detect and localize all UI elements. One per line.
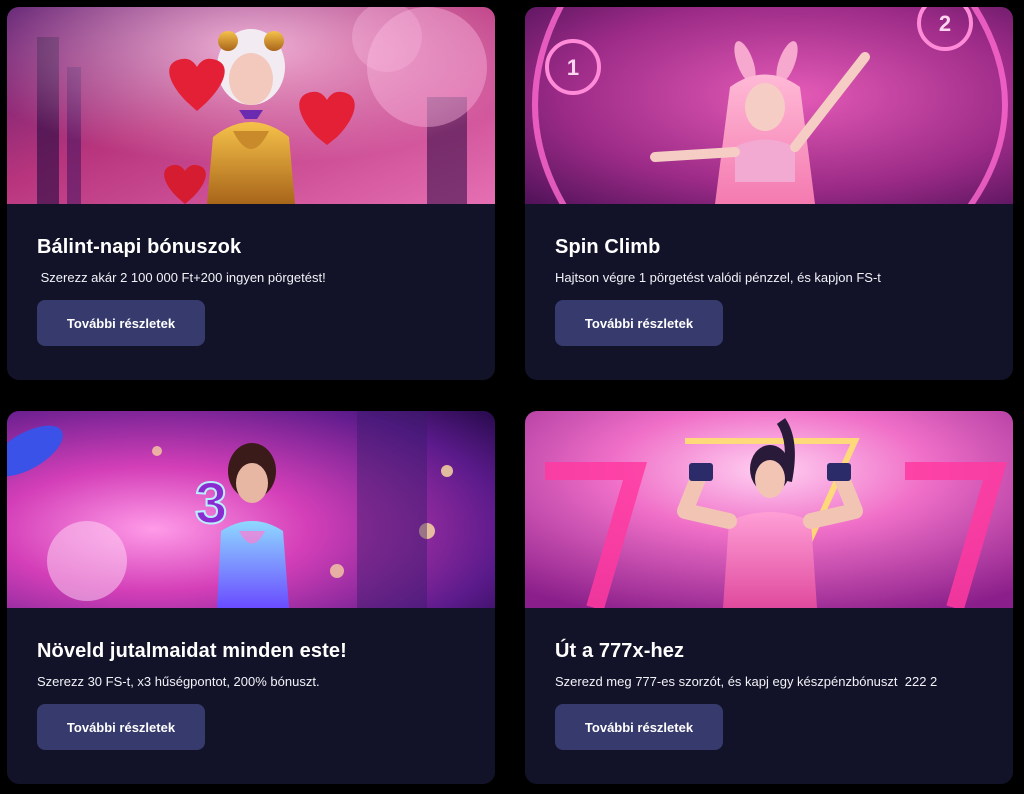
promo-title: Növeld jutalmaidat minden este! [37, 640, 347, 662]
promo-card-nightly-rewards: 3 Növeld jutalmaidat minden este! Szerez… [7, 411, 495, 784]
valentine-character-illustration [7, 7, 495, 204]
more-details-button[interactable]: További részletek [555, 300, 723, 346]
neon-number-icon: 3 [195, 471, 227, 536]
promo-description: Hajtson végre 1 pörgetést valódi pénzzel… [555, 270, 881, 285]
promo-banner-image [525, 411, 1013, 608]
nightly-rewards-character-illustration: 3 [7, 411, 495, 608]
svg-text:1: 1 [567, 55, 579, 80]
more-details-button[interactable]: További részletek [37, 300, 205, 346]
promo-card-valentines: Bálint-napi bónuszok Szerezz akár 2 100 … [7, 7, 495, 380]
promo-banner-image [7, 7, 495, 204]
promo-card-road-to-777x: Út a 777x-hez Szerezd meg 777-es szorzót… [525, 411, 1013, 784]
spin-climb-character-illustration: 1 2 [525, 7, 1013, 204]
promo-banner-image: 3 [7, 411, 495, 608]
promo-title: Spin Climb [555, 236, 661, 258]
promo-card-spin-climb: 1 2 Spin Climb Hajtson végre 1 pörgetést… [525, 7, 1013, 380]
promo-description: Szerezd meg 777-es szorzót, és kapj egy … [555, 674, 938, 689]
promo-banner-image: 1 2 [525, 7, 1013, 204]
promo-description: Szerezz akár 2 100 000 Ft+200 ingyen pör… [37, 270, 326, 285]
svg-text:2: 2 [939, 11, 951, 36]
road-to-777x-character-illustration [525, 411, 1013, 608]
more-details-button[interactable]: További részletek [37, 704, 205, 750]
promo-title: Út a 777x-hez [555, 640, 685, 662]
promo-title: Bálint-napi bónuszok [37, 236, 242, 258]
promo-description: Szerezz 30 FS-t, x3 hűségpontot, 200% bó… [37, 674, 320, 689]
more-details-button[interactable]: További részletek [555, 704, 723, 750]
